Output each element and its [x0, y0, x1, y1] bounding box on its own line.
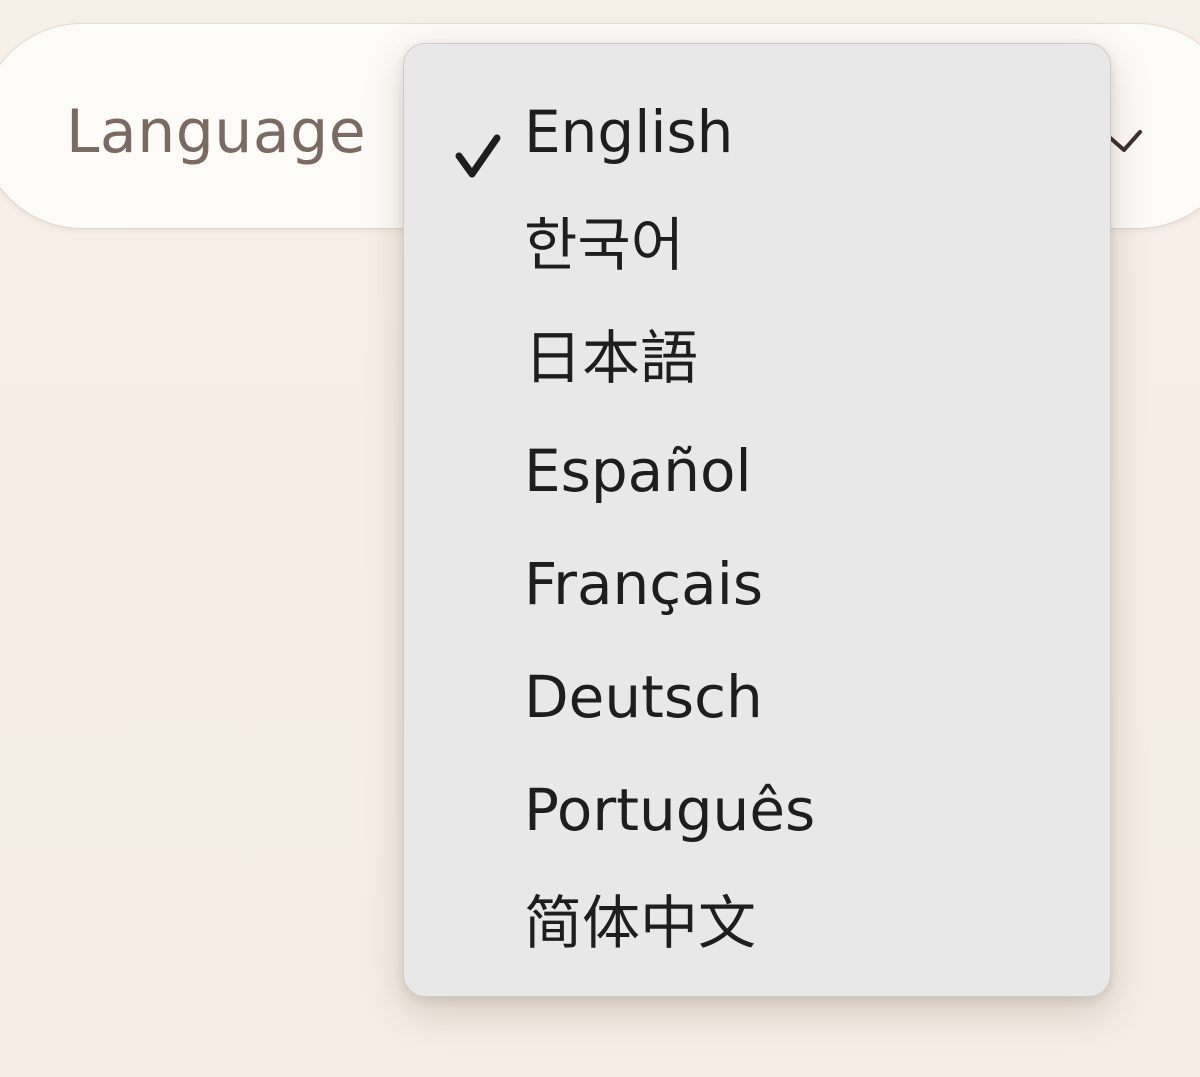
menu-item-korean[interactable]: 한국어: [404, 187, 1110, 300]
menu-item-spanish[interactable]: Español: [404, 413, 1110, 526]
language-dropdown-menu: English 한국어 日本語 Español Français Deutsch…: [403, 43, 1111, 997]
menu-item-label: Français: [524, 550, 764, 618]
menu-item-label: 한국어: [524, 211, 685, 279]
menu-item-label: 日本語: [524, 324, 699, 392]
menu-item-label: 简体中文: [524, 889, 757, 957]
menu-item-japanese[interactable]: 日本語: [404, 300, 1110, 413]
menu-item-portuguese[interactable]: Português: [404, 752, 1110, 865]
settings-page: Language English 한국어 日本語 Español Françai…: [0, 0, 1200, 1077]
checkmark-icon: [454, 132, 502, 182]
menu-item-french[interactable]: Français: [404, 526, 1110, 639]
menu-item-english[interactable]: English: [404, 74, 1110, 187]
menu-item-label: Português: [524, 776, 816, 844]
menu-item-label: Deutsch: [524, 663, 763, 731]
menu-item-simplified-chinese[interactable]: 简体中文: [404, 865, 1110, 978]
language-label: Language: [66, 97, 367, 167]
menu-item-label: Español: [524, 437, 752, 505]
menu-item-label: English: [524, 98, 734, 166]
menu-item-german[interactable]: Deutsch: [404, 639, 1110, 752]
